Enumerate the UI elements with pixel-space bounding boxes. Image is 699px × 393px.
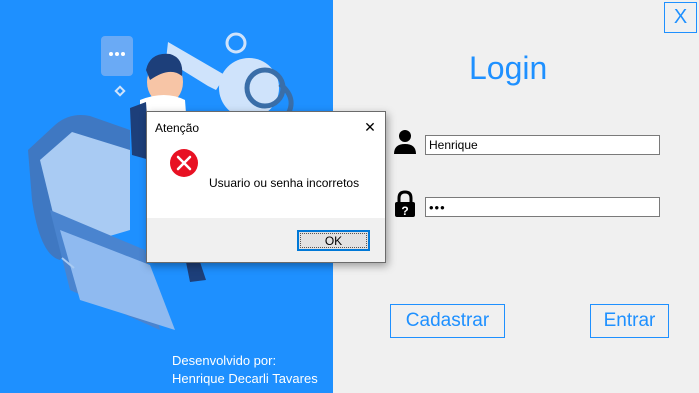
credits-line-2: Henrique Decarli Tavares — [172, 371, 318, 386]
page-title: Login — [469, 50, 548, 86]
dialog-titlebar[interactable]: Atenção ✕ — [147, 112, 385, 142]
window-close-button[interactable]: X — [664, 2, 697, 33]
close-icon[interactable]: ✕ — [361, 118, 379, 136]
error-icon — [170, 149, 198, 177]
dialog-title: Atenção — [155, 121, 200, 135]
developer-credits: Desenvolvido por: Henrique Decarli Tavar… — [172, 352, 318, 388]
login-button[interactable]: Entrar — [590, 304, 669, 338]
lock-icon: ? — [395, 190, 415, 218]
password-input[interactable] — [425, 197, 660, 217]
dialog-footer: OK — [147, 218, 385, 262]
focus-ring — [300, 233, 367, 248]
register-button[interactable]: Cadastrar — [390, 304, 505, 338]
dialog-message: Usuario ou senha incorretos — [209, 176, 360, 190]
error-dialog: Atenção ✕ Usuario ou senha incorretos OK — [146, 111, 386, 263]
svg-text:?: ? — [401, 204, 408, 218]
username-input[interactable] — [425, 135, 660, 155]
user-icon — [394, 130, 416, 154]
ok-button[interactable]: OK — [297, 230, 370, 251]
credits-line-1: Desenvolvido por: — [172, 353, 277, 368]
